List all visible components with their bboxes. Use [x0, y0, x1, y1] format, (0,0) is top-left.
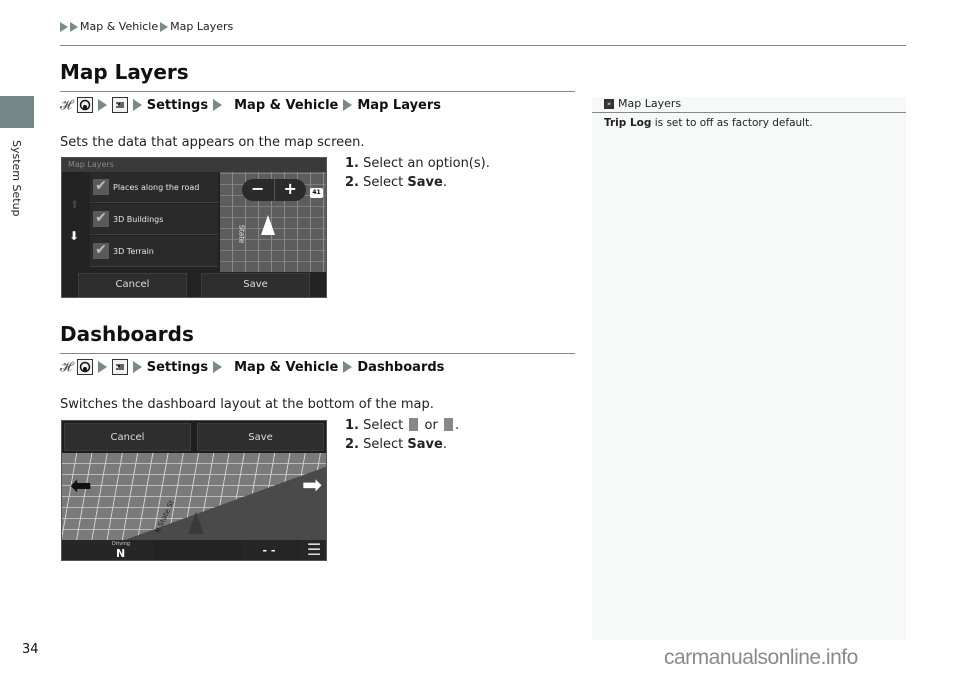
note-text: Trip Log is set to off as factory defaul… [604, 117, 813, 129]
dashboard-data-field: - - [242, 540, 296, 560]
voice-command-icon: 𝓗 [60, 97, 72, 113]
path-arrow-icon [343, 99, 353, 111]
chapter-label: System Setup [10, 140, 23, 217]
layer-option[interactable]: ✔ 3D Buildings [90, 204, 218, 235]
breadcrumb-item[interactable]: Map Layers [170, 20, 233, 33]
dashboard-heading-field: Driving N [62, 540, 154, 560]
next-dashboard-arrow-icon[interactable]: ➡ [302, 471, 322, 499]
step-item: 2. Select Save. [345, 175, 447, 190]
voice-command-icon: 𝓗 [60, 359, 72, 375]
route-shield-icon: 41 [310, 188, 323, 198]
navigation-path: 𝓗 Settings Map & Vehicle Map Layers [60, 97, 441, 113]
note-marker-icon: » [604, 98, 614, 109]
zoom-out-button[interactable]: − [242, 179, 275, 201]
path-item: Map Layers [357, 97, 442, 113]
section-title-dashboards: Dashboards [60, 322, 194, 346]
path-arrow-icon [213, 99, 223, 111]
step-item: 1. Select an option(s). [345, 156, 490, 171]
note-title: » Map Layers [604, 97, 681, 110]
watermark: carmanualsonline.info [664, 646, 858, 669]
map-preview: − + 41 State [220, 172, 326, 272]
note-divider [592, 112, 906, 113]
option-label: 3D Buildings [113, 214, 164, 224]
path-arrow-icon [213, 361, 223, 373]
path-item: Settings [146, 97, 209, 113]
layer-option[interactable]: ✔ Places along the road [90, 172, 218, 203]
path-arrow-icon [97, 361, 107, 373]
header-divider [60, 45, 906, 46]
page-number: 34 [22, 642, 39, 657]
checkbox-checked-icon[interactable]: ✔ [93, 179, 109, 195]
screen-button-row: Cancel Save [62, 421, 326, 453]
checkbox-checked-icon[interactable]: ✔ [93, 243, 109, 259]
path-item: Map & Vehicle [234, 97, 339, 113]
previous-layout-icon [409, 418, 419, 431]
heading-value: N [116, 547, 126, 560]
layer-option[interactable]: ✔ 3D Terrain [90, 236, 218, 267]
scroll-up-icon[interactable]: ⬆ [70, 198, 79, 211]
cancel-button[interactable]: Cancel [78, 273, 187, 297]
path-arrow-icon [343, 361, 353, 373]
path-arrow-icon [132, 99, 142, 111]
option-label: 3D Terrain [113, 246, 154, 256]
scroll-arrows: ⬆ ⬇ [62, 172, 87, 272]
path-item: Dashboards [357, 359, 445, 375]
breadcrumb-arrow-icon [70, 21, 78, 32]
checkbox-checked-icon[interactable]: ✔ [93, 211, 109, 227]
section-divider [60, 91, 575, 92]
save-button[interactable]: Save [197, 423, 324, 451]
cancel-button[interactable]: Cancel [64, 423, 191, 451]
section-description: Sets the data that appears on the map sc… [60, 135, 365, 150]
steps-list: 1. Select an option(s). 2. Select Save. [345, 154, 490, 192]
side-note: » Map Layers Trip Log is set to off as f… [592, 97, 906, 640]
section-divider [60, 353, 575, 354]
map-layers-screenshot: Map Layers ⬆ ⬇ ✔ Places along the road ✔… [61, 157, 327, 298]
section-title-map-layers: Map Layers [60, 60, 189, 84]
breadcrumb-arrow-icon [60, 21, 68, 32]
path-arrow-icon [97, 99, 107, 111]
step-item: 1. Select or . [345, 418, 460, 433]
note-title-text: Map Layers [618, 97, 682, 110]
breadcrumb-item[interactable]: Map & Vehicle [80, 20, 158, 33]
breadcrumb-arrow-icon [160, 21, 169, 32]
step-item: 2. Select Save. [345, 437, 447, 452]
next-layout-icon [443, 418, 453, 431]
path-arrow-icon [132, 361, 142, 373]
screen-header: Map Layers [62, 158, 326, 172]
settings-menu-icon [111, 359, 128, 375]
vehicle-position-icon [188, 512, 204, 534]
navigation-path: 𝓗 Settings Map & Vehicle Dashboards [60, 359, 444, 375]
scroll-down-icon[interactable]: ⬇ [69, 229, 79, 243]
steps-list: 1. Select or . 2. Select Save. [345, 416, 459, 454]
screen-button-row: Cancel Save [62, 273, 326, 297]
dashboards-screenshot: Cancel Save N State St ⬅ ➡ Driving N - -… [61, 420, 327, 561]
chapter-tab [0, 96, 34, 128]
vehicle-position-icon [261, 215, 275, 235]
save-button[interactable]: Save [201, 273, 310, 297]
settings-menu-icon [111, 97, 128, 113]
home-button-icon [76, 359, 93, 375]
street-label: State [237, 224, 246, 244]
home-button-icon [76, 97, 93, 113]
zoom-in-button[interactable]: + [275, 179, 307, 201]
path-item: Map & Vehicle [234, 359, 339, 375]
path-item: Settings [146, 359, 209, 375]
menu-icon[interactable]: ☰ [300, 540, 326, 560]
option-label: Places along the road [113, 182, 200, 192]
section-description: Switches the dashboard layout at the bot… [60, 397, 434, 412]
zoom-controls: − + [242, 179, 306, 201]
street-label: N State St [153, 499, 176, 535]
previous-dashboard-arrow-icon[interactable]: ⬅ [70, 471, 92, 501]
breadcrumb: Map & Vehicle Map Layers [60, 20, 233, 33]
